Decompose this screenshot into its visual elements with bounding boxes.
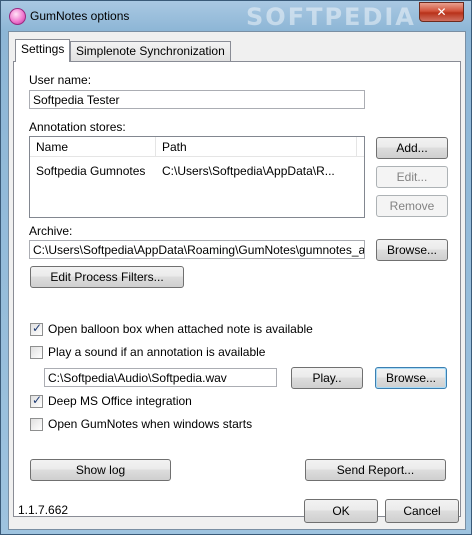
ok-button[interactable]: OK <box>304 499 378 523</box>
version-label: 1.1.7.662 <box>18 503 69 517</box>
check-icon: ✓ <box>32 321 43 335</box>
sound-file-field[interactable]: C:\Softpedia\Audio\Softpedia.wav <box>44 368 277 387</box>
remove-store-button[interactable]: Remove <box>376 195 448 217</box>
play-sound-checkbox[interactable] <box>30 346 43 359</box>
archive-path-field[interactable]: C:\Users\Softpedia\AppData\Roaming\GumNo… <box>29 240 365 259</box>
column-header-path[interactable]: Path <box>162 137 187 157</box>
column-separator <box>356 137 357 157</box>
settings-panel: User name: Softpedia Tester Annotation s… <box>13 61 461 517</box>
edit-store-button[interactable]: Edit... <box>376 166 448 188</box>
client-area: Settings Simplenote Synchronization User… <box>8 31 466 530</box>
watermark-text: SOFTPEDIA <box>246 3 416 31</box>
user-name-field[interactable]: Softpedia Tester <box>29 90 365 109</box>
archive-label: Archive: <box>29 224 73 238</box>
window-title: GumNotes options <box>30 9 130 23</box>
open-balloon-checkbox[interactable]: ✓ <box>30 321 43 336</box>
close-button[interactable]: ✕ <box>419 2 464 22</box>
close-icon: ✕ <box>436 5 447 19</box>
title-bar[interactable]: GumNotes options SOFTPEDIA ✕ <box>1 1 471 31</box>
play-sound-button[interactable]: Play.. <box>291 367 363 389</box>
open-balloon-label[interactable]: Open balloon box when attached note is a… <box>48 322 313 336</box>
column-separator <box>155 137 156 157</box>
store-name-cell: Softpedia Gumnotes <box>36 164 146 178</box>
send-report-button[interactable]: Send Report... <box>305 459 446 481</box>
sound-browse-button[interactable]: Browse... <box>375 367 447 389</box>
add-store-button[interactable]: Add... <box>376 137 448 159</box>
open-on-startup-checkbox[interactable] <box>30 418 43 431</box>
annotation-stores-label: Annotation stores: <box>29 120 126 134</box>
annotation-stores-list[interactable]: Name Path Softpedia Gumnotes C:\Users\So… <box>29 136 365 218</box>
store-path-cell: C:\Users\Softpedia\AppData\R... <box>162 164 335 178</box>
edit-process-filters-button[interactable]: Edit Process Filters... <box>30 266 184 288</box>
play-sound-label[interactable]: Play a sound if an annotation is availab… <box>48 345 265 359</box>
check-icon: ✓ <box>32 393 43 407</box>
cancel-button[interactable]: Cancel <box>385 499 459 523</box>
tab-settings[interactable]: Settings <box>15 39 71 62</box>
list-header: Name Path <box>30 137 364 157</box>
user-name-label: User name: <box>29 73 92 87</box>
deep-ms-office-label[interactable]: Deep MS Office integration <box>48 394 192 408</box>
archive-browse-button[interactable]: Browse... <box>376 239 448 261</box>
gumnotes-app-icon <box>9 8 26 25</box>
show-log-button[interactable]: Show log <box>30 459 171 481</box>
open-on-startup-label[interactable]: Open GumNotes when windows starts <box>48 417 252 431</box>
options-window: GumNotes options SOFTPEDIA ✕ Settings Si… <box>0 0 472 535</box>
column-header-name[interactable]: Name <box>36 137 68 157</box>
tab-simplenote-synchronization[interactable]: Simplenote Synchronization <box>70 41 231 61</box>
deep-ms-office-checkbox[interactable]: ✓ <box>30 393 43 408</box>
